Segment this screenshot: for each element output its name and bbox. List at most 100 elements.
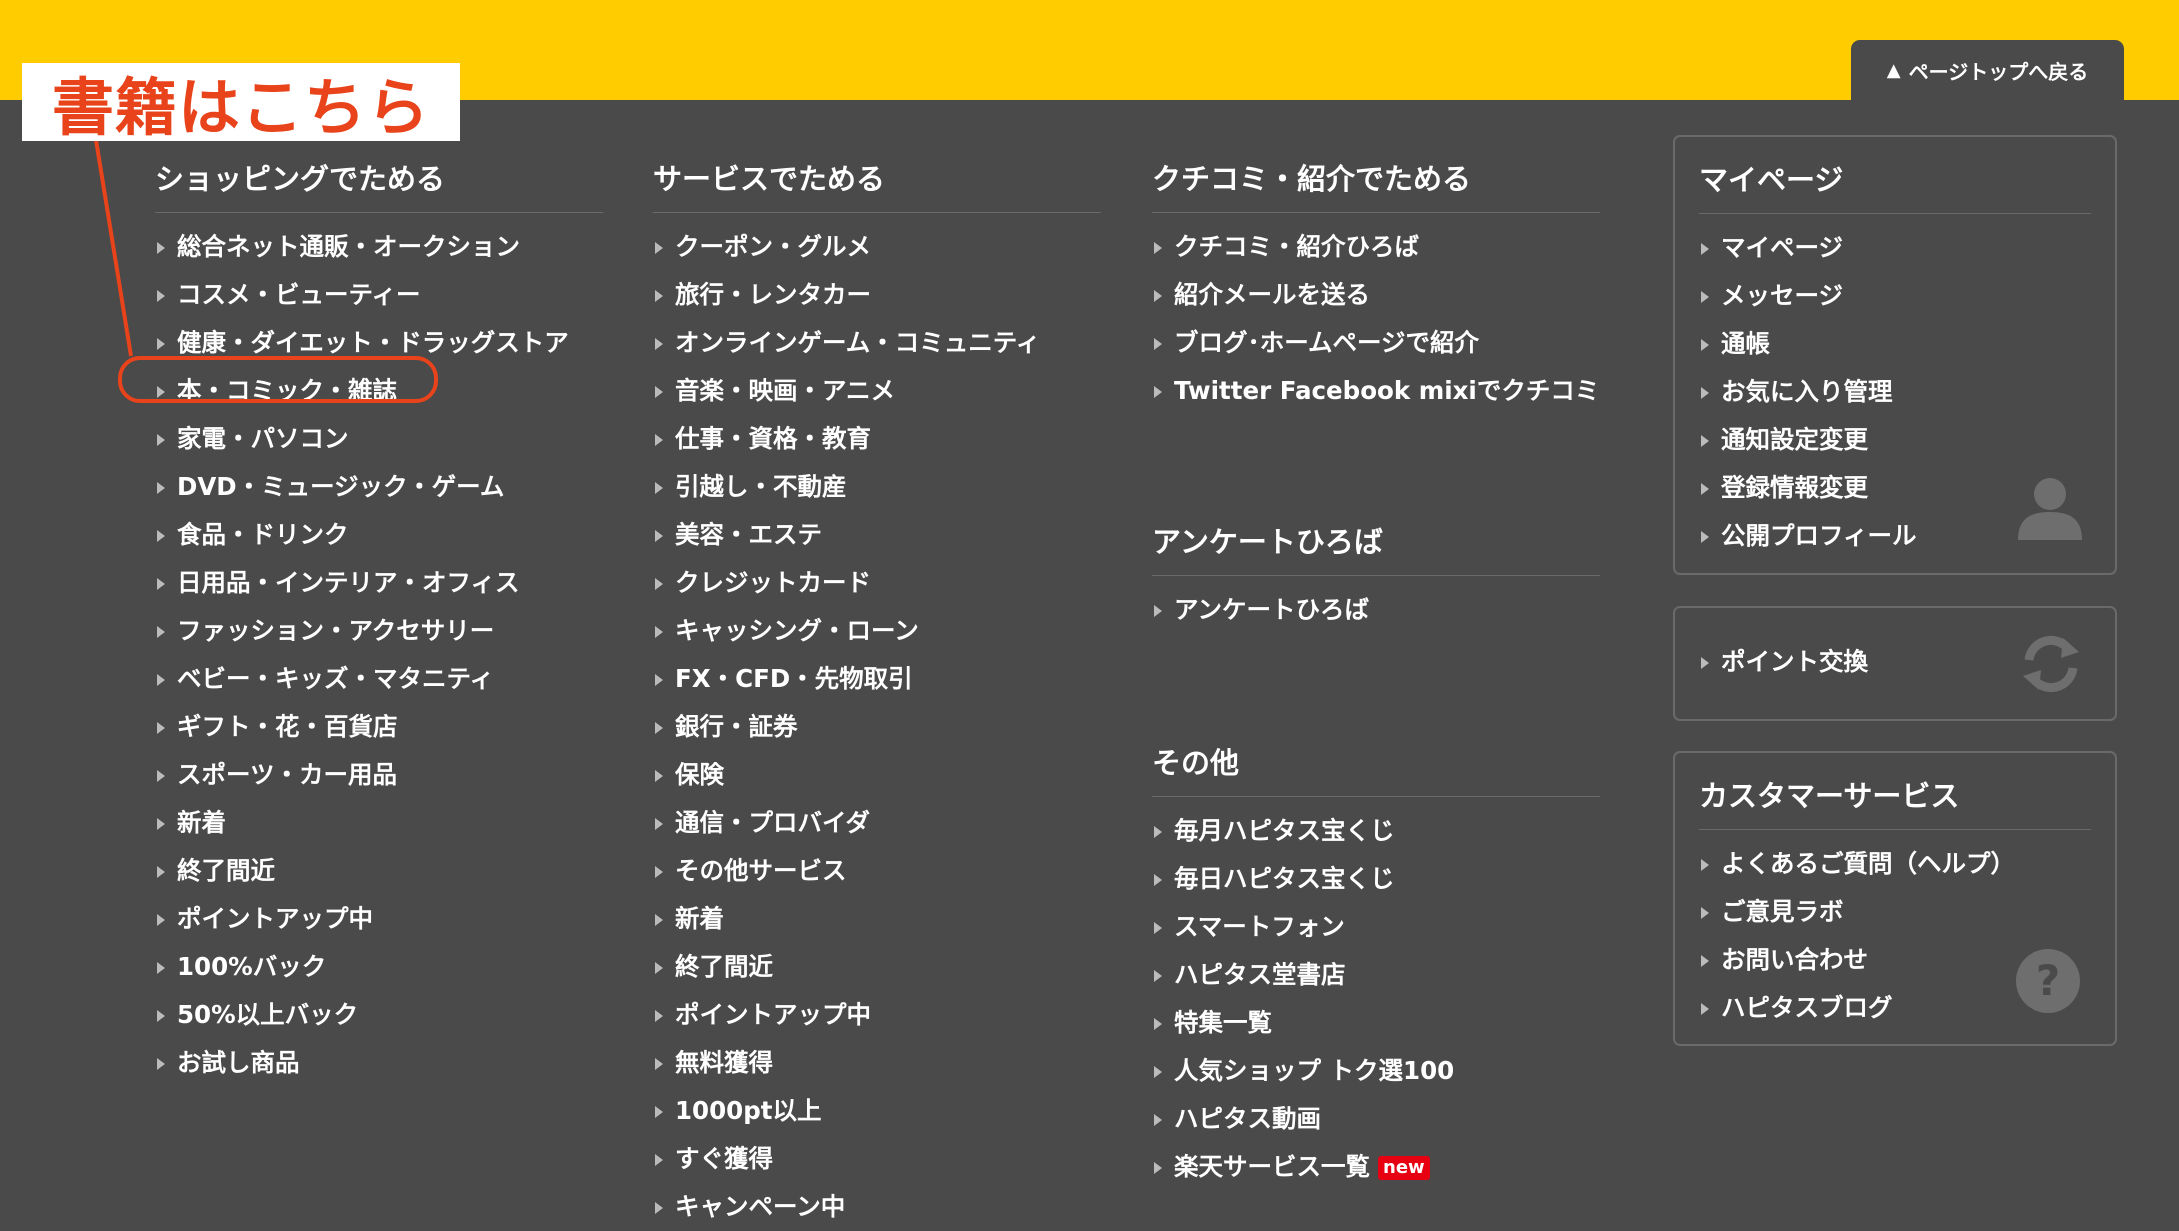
page-top-button[interactable]: ▲ ページトップへ戻る xyxy=(1851,40,2124,100)
menu-link[interactable]: 通知設定変更 xyxy=(1699,416,2091,464)
menu-link[interactable]: 毎月ハピタス宝くじ xyxy=(1152,807,1600,855)
menu-link[interactable]: 銀行・証券 xyxy=(653,703,1101,751)
menu-link[interactable]: お気に入り管理 xyxy=(1699,368,2091,416)
service-title: サービスでためる xyxy=(653,156,1101,213)
menu-link[interactable]: ハピタス堂書店 xyxy=(1152,951,1600,999)
menu-link[interactable]: メッセージ xyxy=(1699,272,2091,320)
other-column: その他 毎月ハピタス宝くじ 毎日ハピタス宝くじ スマートフォン ハピタス堂書店 特集一覧… xyxy=(1152,740,1600,1191)
menu-link-label: DVD・ミュージック・ゲーム xyxy=(177,472,505,501)
menu-link[interactable]: クーポン・グルメ xyxy=(653,223,1101,271)
menu-link[interactable]: 人気ショップ トク選100 xyxy=(1152,1047,1600,1095)
service-menu: クーポン・グルメ旅行・レンタカー オンラインゲーム・コミュニティ 音楽・映画・アニメ… xyxy=(653,223,1101,1231)
menu-link[interactable]: 毎日ハピタス宝くじ xyxy=(1152,855,1600,903)
menu-link[interactable]: アンケートひろば xyxy=(1152,586,1600,634)
menu-link[interactable]: 美容・エステ xyxy=(653,511,1101,559)
menu-link[interactable]: 食品・ドリンク xyxy=(155,511,603,559)
menu-link[interactable]: 楽天サービス一覧 new xyxy=(1152,1143,1600,1191)
menu-link[interactable]: ご意見ラボ xyxy=(1699,888,2091,936)
customer-box: カスタマーサービス よくあるご質問（ヘルプ） ご意見ラボ お問い合わせ ハピタスブログ… xyxy=(1673,751,2117,1046)
menu-link-label: アンケートひろば xyxy=(1174,595,1370,624)
menu-link[interactable]: Twitter Facebook mixiでクチコミ xyxy=(1152,367,1600,415)
menu-link[interactable]: クチコミ・紹介ひろば xyxy=(1152,223,1600,271)
menu-link[interactable]: 旅行・レンタカー xyxy=(653,271,1101,319)
page-top-label: ページトップへ戻る xyxy=(1908,59,2089,84)
menu-link-label: 家電・パソコン xyxy=(177,424,349,453)
menu-link[interactable]: ハピタス動画 xyxy=(1152,1095,1600,1143)
menu-link-label: 無料獲得 xyxy=(675,1048,773,1077)
menu-link[interactable]: 無料獲得 xyxy=(653,1039,1101,1087)
menu-link[interactable]: 特集一覧 xyxy=(1152,999,1600,1047)
menu-link-label: 通知設定変更 xyxy=(1721,425,1868,454)
menu-link[interactable]: 終了間近 xyxy=(653,943,1101,991)
menu-link[interactable]: マイページ xyxy=(1699,224,2091,272)
mypage-box: マイページ マイページ メッセージ 通帳 お気に入り管理 通知設定変更 登録情報変更 公開プ… xyxy=(1673,135,2117,575)
menu-link[interactable]: お試し商品 xyxy=(155,1039,603,1087)
menu-link-label: 登録情報変更 xyxy=(1721,473,1868,502)
menu-link[interactable]: コスメ・ビューティー xyxy=(155,271,603,319)
menu-link[interactable]: オンラインゲーム・コミュニティ xyxy=(653,319,1101,367)
menu-link[interactable]: FX・CFD・先物取引 xyxy=(653,655,1101,703)
menu-link[interactable]: キャンペーン中 xyxy=(653,1183,1101,1231)
survey-menu: アンケートひろば xyxy=(1152,586,1600,634)
menu-link[interactable]: 引越し・不動産 xyxy=(653,463,1101,511)
menu-link[interactable]: よくあるご質問（ヘルプ） xyxy=(1699,840,2091,888)
menu-link-label: 50%以上バック xyxy=(177,1000,359,1029)
menu-link[interactable]: 保険 xyxy=(653,751,1101,799)
menu-link-label: Twitter Facebook mixiでクチコミ xyxy=(1174,376,1600,405)
menu-link[interactable]: 終了間近 xyxy=(155,847,603,895)
survey-column: アンケートひろば アンケートひろば xyxy=(1152,519,1600,634)
menu-link[interactable]: ファッション・アクセサリー xyxy=(155,607,603,655)
menu-link-label: スポーツ・カー用品 xyxy=(177,760,398,789)
annotation-text: 書籍はこちら xyxy=(51,71,430,144)
user-silhouette-icon xyxy=(2018,478,2082,540)
menu-link-label: 終了間近 xyxy=(177,856,275,885)
menu-link[interactable]: ベビー・キッズ・マタニティ xyxy=(155,655,603,703)
menu-link[interactable]: 家電・パソコン xyxy=(155,415,603,463)
menu-link-label: ポイント交換 xyxy=(1721,647,1868,676)
menu-link[interactable]: ギフト・花・百貨店 xyxy=(155,703,603,751)
menu-link-label: 仕事・資格・教育 xyxy=(675,424,871,453)
menu-link[interactable]: クレジットカード xyxy=(653,559,1101,607)
service-column: サービスでためる クーポン・グルメ旅行・レンタカー オンラインゲーム・コミュニティ… xyxy=(653,156,1101,1231)
menu-link[interactable]: DVD・ミュージック・ゲーム xyxy=(155,463,603,511)
menu-link[interactable]: スポーツ・カー用品 xyxy=(155,751,603,799)
menu-link-label: ベビー・キッズ・マタニティ xyxy=(177,664,495,693)
menu-link-label: ポイントアップ中 xyxy=(675,1000,871,1029)
menu-link[interactable]: 100%バック xyxy=(155,943,603,991)
menu-link-label: よくあるご質問（ヘルプ） xyxy=(1721,849,2015,878)
menu-link[interactable]: 紹介メールを送る xyxy=(1152,271,1600,319)
menu-link[interactable]: キャッシング・ローン xyxy=(653,607,1101,655)
menu-link[interactable]: 通帳 xyxy=(1699,320,2091,368)
annotation-highlight-circle xyxy=(118,356,438,403)
menu-link[interactable]: ブログ･ホームページで紹介 xyxy=(1152,319,1600,367)
annotation-label: 書籍はこちら xyxy=(22,63,460,144)
menu-link[interactable]: 新着 xyxy=(155,799,603,847)
menu-link[interactable]: 仕事・資格・教育 xyxy=(653,415,1101,463)
menu-link[interactable]: 新着 xyxy=(653,895,1101,943)
menu-link-label: お気に入り管理 xyxy=(1721,377,1893,406)
menu-link[interactable]: 50%以上バック xyxy=(155,991,603,1039)
survey-title: アンケートひろば xyxy=(1152,519,1600,576)
menu-link[interactable]: 通信・プロバイダ xyxy=(653,799,1101,847)
menu-link[interactable]: ポイントアップ中 xyxy=(155,895,603,943)
menu-link-label: 総合ネット通販・オークション xyxy=(177,232,520,261)
menu-link-label: 通帳 xyxy=(1721,329,1770,358)
menu-link-label: すぐ獲得 xyxy=(675,1144,773,1173)
menu-link-label: コスメ・ビューティー xyxy=(177,280,421,309)
menu-link-label: FX・CFD・先物取引 xyxy=(675,664,913,693)
menu-link[interactable]: 1000pt以上 xyxy=(653,1087,1101,1135)
menu-link[interactable]: 総合ネット通販・オークション xyxy=(155,223,603,271)
menu-link-label: クーポン・グルメ xyxy=(675,232,871,261)
points-box: ポイント交換 xyxy=(1673,606,2117,721)
menu-link[interactable]: スマートフォン xyxy=(1152,903,1600,951)
menu-link-label: 日用品・インテリア・オフィス xyxy=(177,568,520,597)
menu-link[interactable]: その他サービス xyxy=(653,847,1101,895)
menu-link[interactable]: ポイントアップ中 xyxy=(653,991,1101,1039)
menu-link-label: 毎日ハピタス宝くじ xyxy=(1174,864,1395,893)
menu-link-label: 銀行・証券 xyxy=(675,712,798,741)
menu-link[interactable]: すぐ獲得 xyxy=(653,1135,1101,1183)
menu-link[interactable]: 日用品・インテリア・オフィス xyxy=(155,559,603,607)
customer-title: カスタマーサービス xyxy=(1699,773,2091,830)
menu-link-label: スマートフォン xyxy=(1174,912,1345,941)
menu-link[interactable]: 音楽・映画・アニメ xyxy=(653,367,1101,415)
